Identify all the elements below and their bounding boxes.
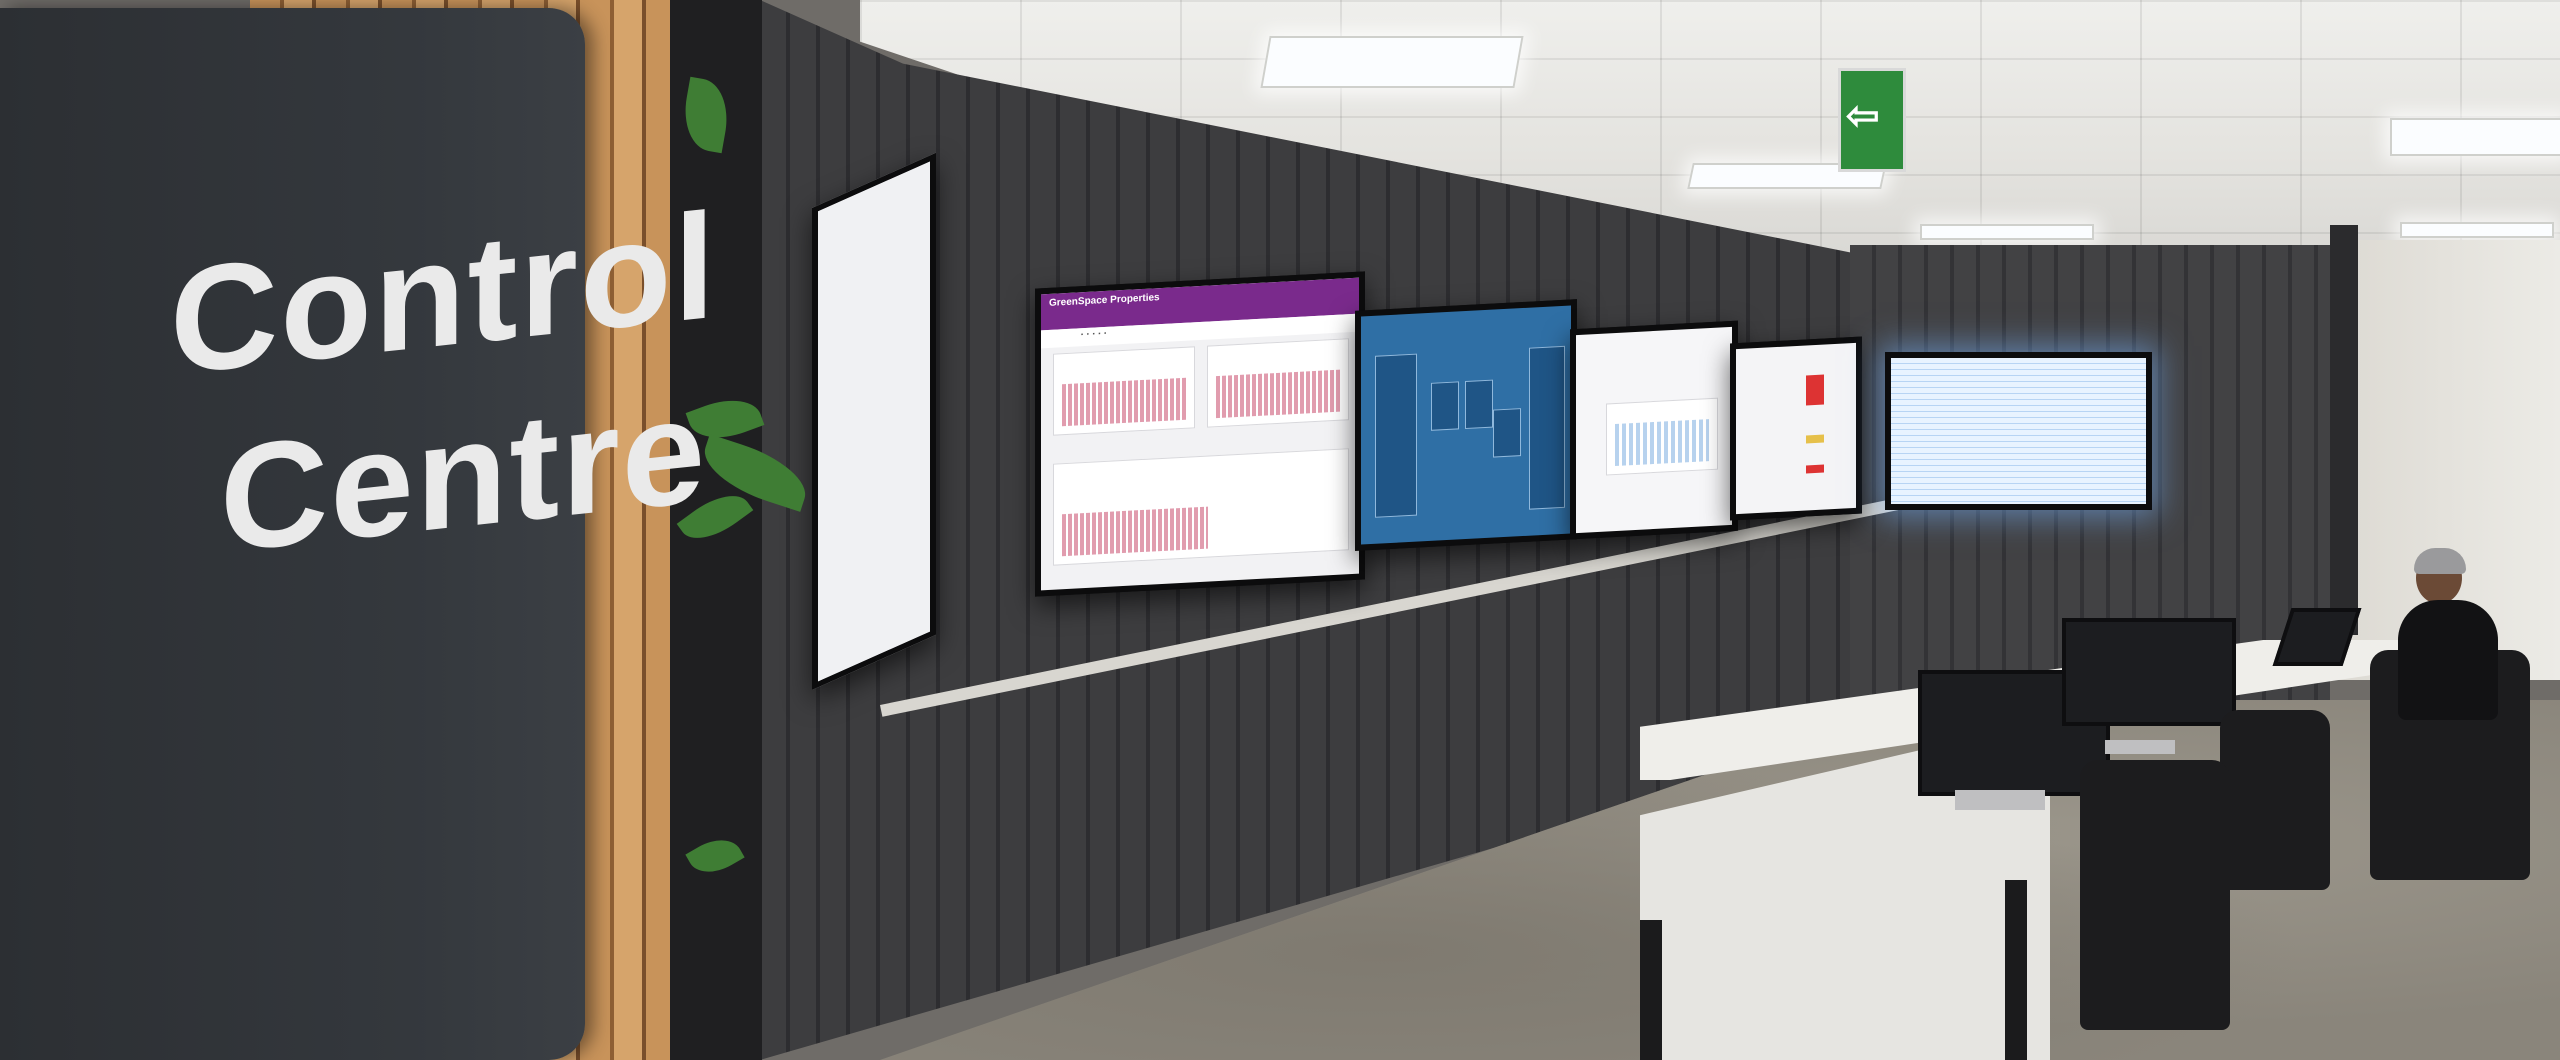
door-frame [2330, 225, 2358, 635]
ceiling-light [2400, 222, 2554, 238]
dashboard-screen-blue [1355, 299, 1577, 551]
desk-leg [2005, 880, 2027, 1060]
headscarf [2414, 548, 2466, 574]
chart-panel [1053, 448, 1349, 566]
chart-panel [1207, 338, 1349, 428]
ceiling-light [1260, 36, 1524, 88]
dashboard-screen-report [1730, 336, 1862, 521]
dashboard-screen-charts [1570, 320, 1738, 540]
desk-monitor [2062, 618, 2236, 726]
desk-leg [1640, 920, 1662, 1060]
exit-arrow-icon: ⇦ [1846, 94, 1880, 138]
sign-text: Control Centre [170, 181, 717, 597]
ceiling-light [2390, 118, 2560, 156]
dashboard-screen-table [1885, 352, 2152, 510]
office-chair [2080, 760, 2230, 1030]
person-seated [2398, 600, 2498, 720]
ceiling-light [1920, 224, 2094, 240]
monitor-stand [2105, 740, 2175, 754]
office-chair [2220, 710, 2330, 890]
side-wall-screen [812, 152, 936, 691]
chart-panel [1053, 346, 1195, 436]
dashboard-screen-purple: GreenSpace Properties ▪ ▪ ▪ ▪ ▪ [1035, 271, 1365, 597]
monitor-stand [1955, 790, 2045, 810]
